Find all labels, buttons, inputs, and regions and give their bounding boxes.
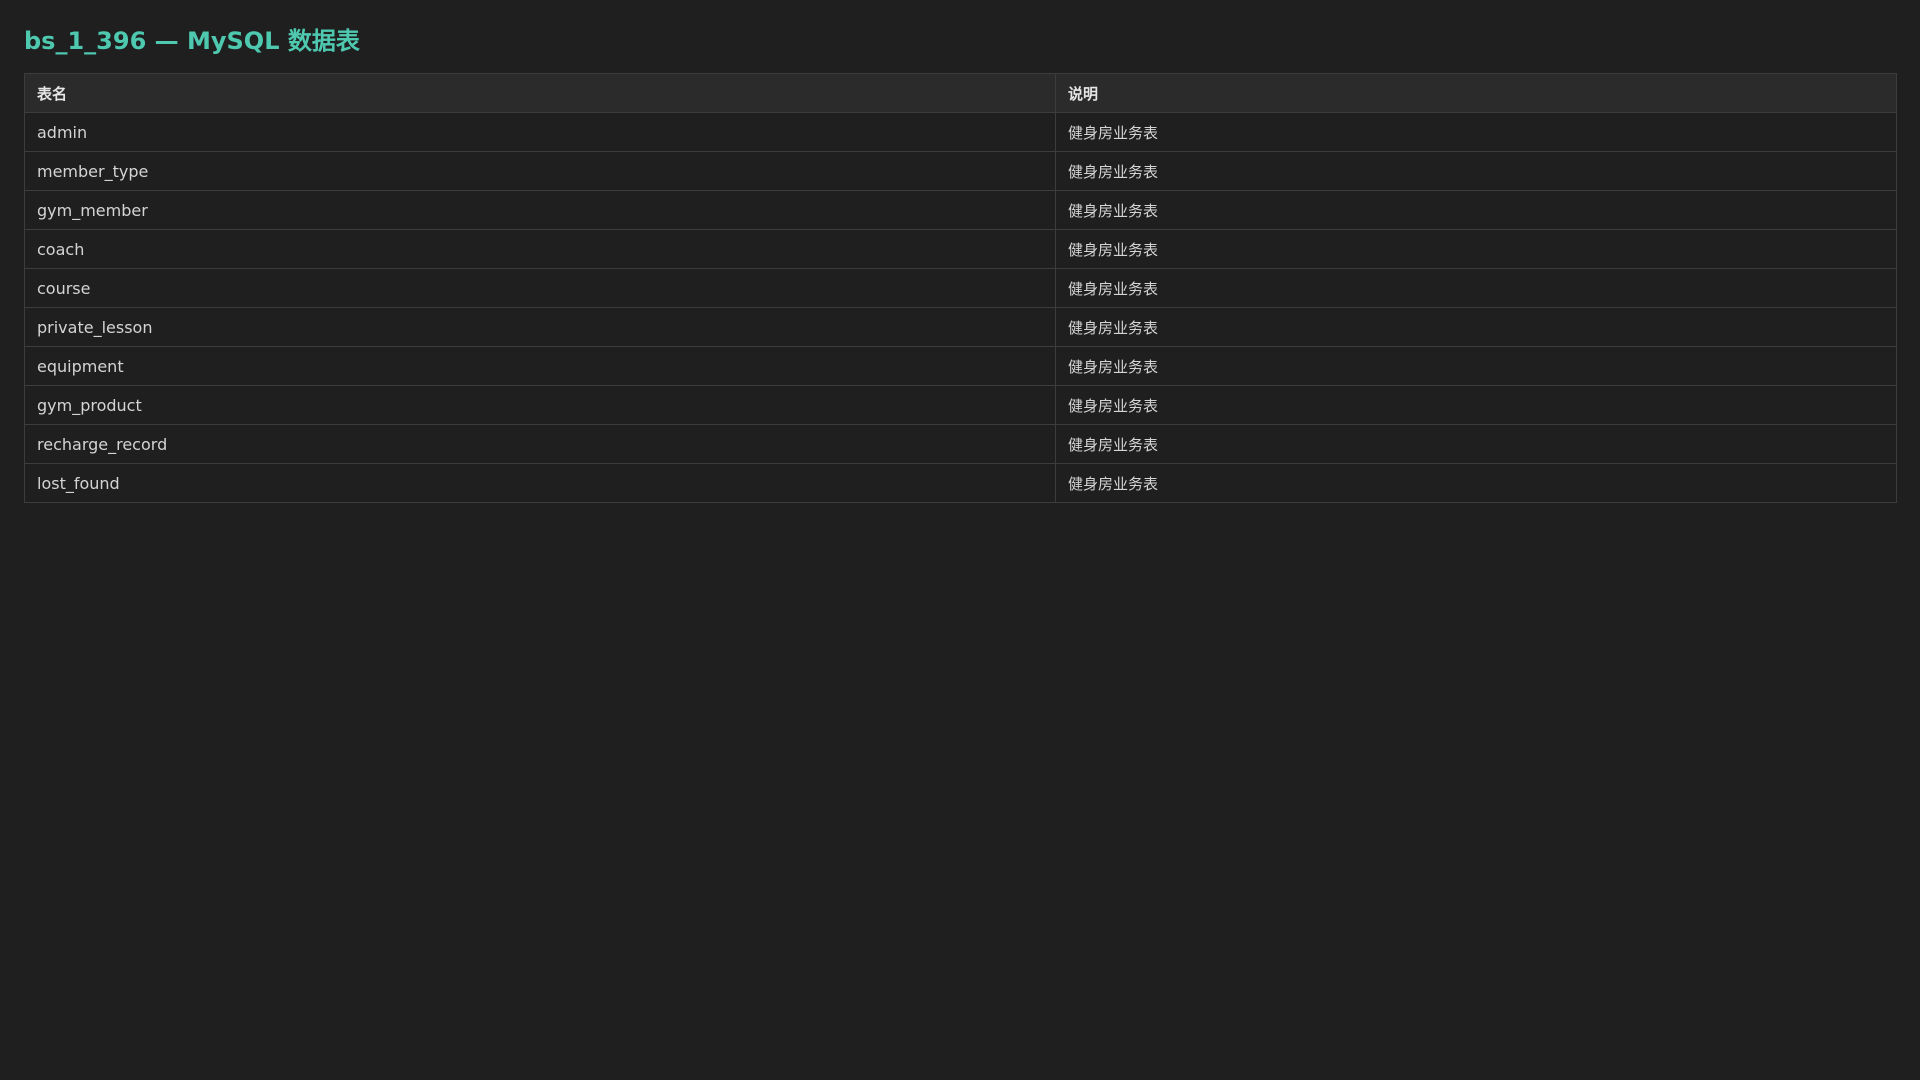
column-header-description: 说明 <box>1055 73 1897 113</box>
table-row: course 健身房业务表 <box>24 268 1897 308</box>
table-name-cell: gym_product <box>24 385 1056 425</box>
table-row: lost_found 健身房业务表 <box>24 463 1897 503</box>
table-name-cell: member_type <box>24 151 1056 191</box>
table-description-cell: 健身房业务表 <box>1055 463 1897 503</box>
table-description-cell: 健身房业务表 <box>1055 229 1897 269</box>
tables-table-container: 表名 说明 admin 健身房业务表 member_type 健身房业务表 gy… <box>24 73 1897 503</box>
table-description-cell: 健身房业务表 <box>1055 190 1897 230</box>
table-description-cell: 健身房业务表 <box>1055 151 1897 191</box>
table-name-cell: gym_member <box>24 190 1056 230</box>
table-row: coach 健身房业务表 <box>24 229 1897 269</box>
table-row: recharge_record 健身房业务表 <box>24 424 1897 464</box>
table-description-cell: 健身房业务表 <box>1055 424 1897 464</box>
table-name-cell: coach <box>24 229 1056 269</box>
table-header: 表名 说明 <box>24 73 1897 113</box>
table-name-cell: course <box>24 268 1056 308</box>
page: bs_1_396 — MySQL 数据表 表名 说明 admin 健身房业务表 … <box>0 0 1920 1080</box>
table-row: gym_product 健身房业务表 <box>24 385 1897 425</box>
table-name-cell: equipment <box>24 346 1056 386</box>
table-name-cell: recharge_record <box>24 424 1056 464</box>
tables-table: 表名 说明 admin 健身房业务表 member_type 健身房业务表 gy… <box>24 73 1897 503</box>
table-description-cell: 健身房业务表 <box>1055 268 1897 308</box>
table-description-cell: 健身房业务表 <box>1055 307 1897 347</box>
table-row: gym_member 健身房业务表 <box>24 190 1897 230</box>
table-row: private_lesson 健身房业务表 <box>24 307 1897 347</box>
table-name-cell: lost_found <box>24 463 1056 503</box>
table-description-cell: 健身房业务表 <box>1055 385 1897 425</box>
table-header-row: 表名 说明 <box>24 73 1897 113</box>
table-description-cell: 健身房业务表 <box>1055 346 1897 386</box>
table-name-cell: private_lesson <box>24 307 1056 347</box>
table-row: member_type 健身房业务表 <box>24 151 1897 191</box>
table-row: admin 健身房业务表 <box>24 112 1897 152</box>
table-description-cell: 健身房业务表 <box>1055 112 1897 152</box>
column-header-table-name: 表名 <box>24 73 1056 113</box>
table-row: equipment 健身房业务表 <box>24 346 1897 386</box>
page-title: bs_1_396 — MySQL 数据表 <box>24 27 360 55</box>
table-name-cell: admin <box>24 112 1056 152</box>
table-body: admin 健身房业务表 member_type 健身房业务表 gym_memb… <box>24 112 1897 503</box>
